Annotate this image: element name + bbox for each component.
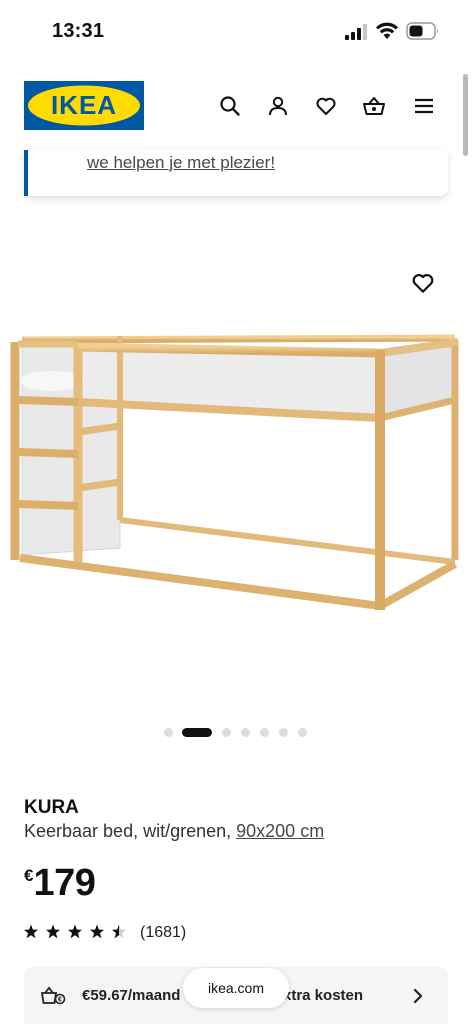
star-icon	[46, 924, 60, 938]
carousel-dot-active[interactable]	[182, 728, 212, 737]
product-image[interactable]	[0, 256, 472, 696]
site-header: IKEA	[0, 62, 472, 150]
search-icon	[220, 96, 240, 116]
star-icon	[24, 924, 38, 938]
carousel-dot[interactable]	[298, 728, 307, 737]
financing-icon: €	[40, 986, 66, 1005]
ikea-logo[interactable]: IKEA	[24, 81, 144, 130]
product-size-link[interactable]: 90x200 cm	[236, 821, 324, 841]
price-value: 179	[33, 862, 96, 904]
carousel-dot[interactable]	[164, 728, 173, 737]
product-price: €179	[24, 862, 96, 905]
price-currency: €	[24, 866, 34, 885]
favorites-button[interactable]	[312, 92, 340, 120]
wifi-icon	[376, 22, 398, 39]
basket-icon	[363, 97, 385, 115]
menu-icon	[415, 98, 433, 114]
notice-accent-bar	[24, 150, 28, 196]
star-icon	[68, 924, 82, 938]
product-description: Keerbaar bed, wit/grenen, 90x200 cm	[24, 821, 324, 842]
status-bar: 13:31	[0, 0, 472, 62]
carousel-dot[interactable]	[241, 728, 250, 737]
financing-monthly: €59.67/maand	[82, 987, 181, 1004]
half-star-icon	[112, 924, 126, 938]
carousel-dot[interactable]	[222, 728, 231, 737]
heart-icon	[316, 97, 336, 115]
logo-text: IKEA	[51, 90, 117, 120]
review-count: (1681)	[140, 924, 187, 941]
notice-link[interactable]: we helpen je met plezier!	[87, 153, 275, 173]
carousel-dot[interactable]	[260, 728, 269, 737]
favorite-button[interactable]	[410, 270, 438, 298]
chevron-right-icon	[413, 988, 423, 1004]
svg-text:€: €	[58, 997, 62, 1004]
profile-button[interactable]	[264, 92, 292, 120]
star-icon	[90, 924, 104, 938]
carousel-dot[interactable]	[279, 728, 288, 737]
heart-icon	[412, 274, 434, 293]
menu-button[interactable]	[410, 92, 438, 120]
page-scrollbar[interactable]	[463, 74, 468, 156]
basket-button[interactable]	[360, 92, 388, 120]
rating-stars	[24, 921, 130, 946]
profile-icon	[269, 96, 287, 116]
carousel-indicator	[0, 726, 472, 738]
search-button[interactable]	[216, 92, 244, 120]
product-type: Keerbaar bed, wit/grenen,	[24, 821, 237, 841]
signal-icon	[345, 24, 367, 40]
product-name: KURA	[24, 797, 79, 818]
help-notice: we helpen je met plezier!	[24, 150, 448, 196]
browser-url-bar[interactable]: ikea.com	[183, 968, 289, 1008]
battery-icon	[406, 22, 438, 40]
product-rating[interactable]: (1681)	[24, 922, 186, 944]
status-time: 13:31	[52, 20, 105, 42]
financing-extra: xtra kosten	[283, 987, 364, 1004]
